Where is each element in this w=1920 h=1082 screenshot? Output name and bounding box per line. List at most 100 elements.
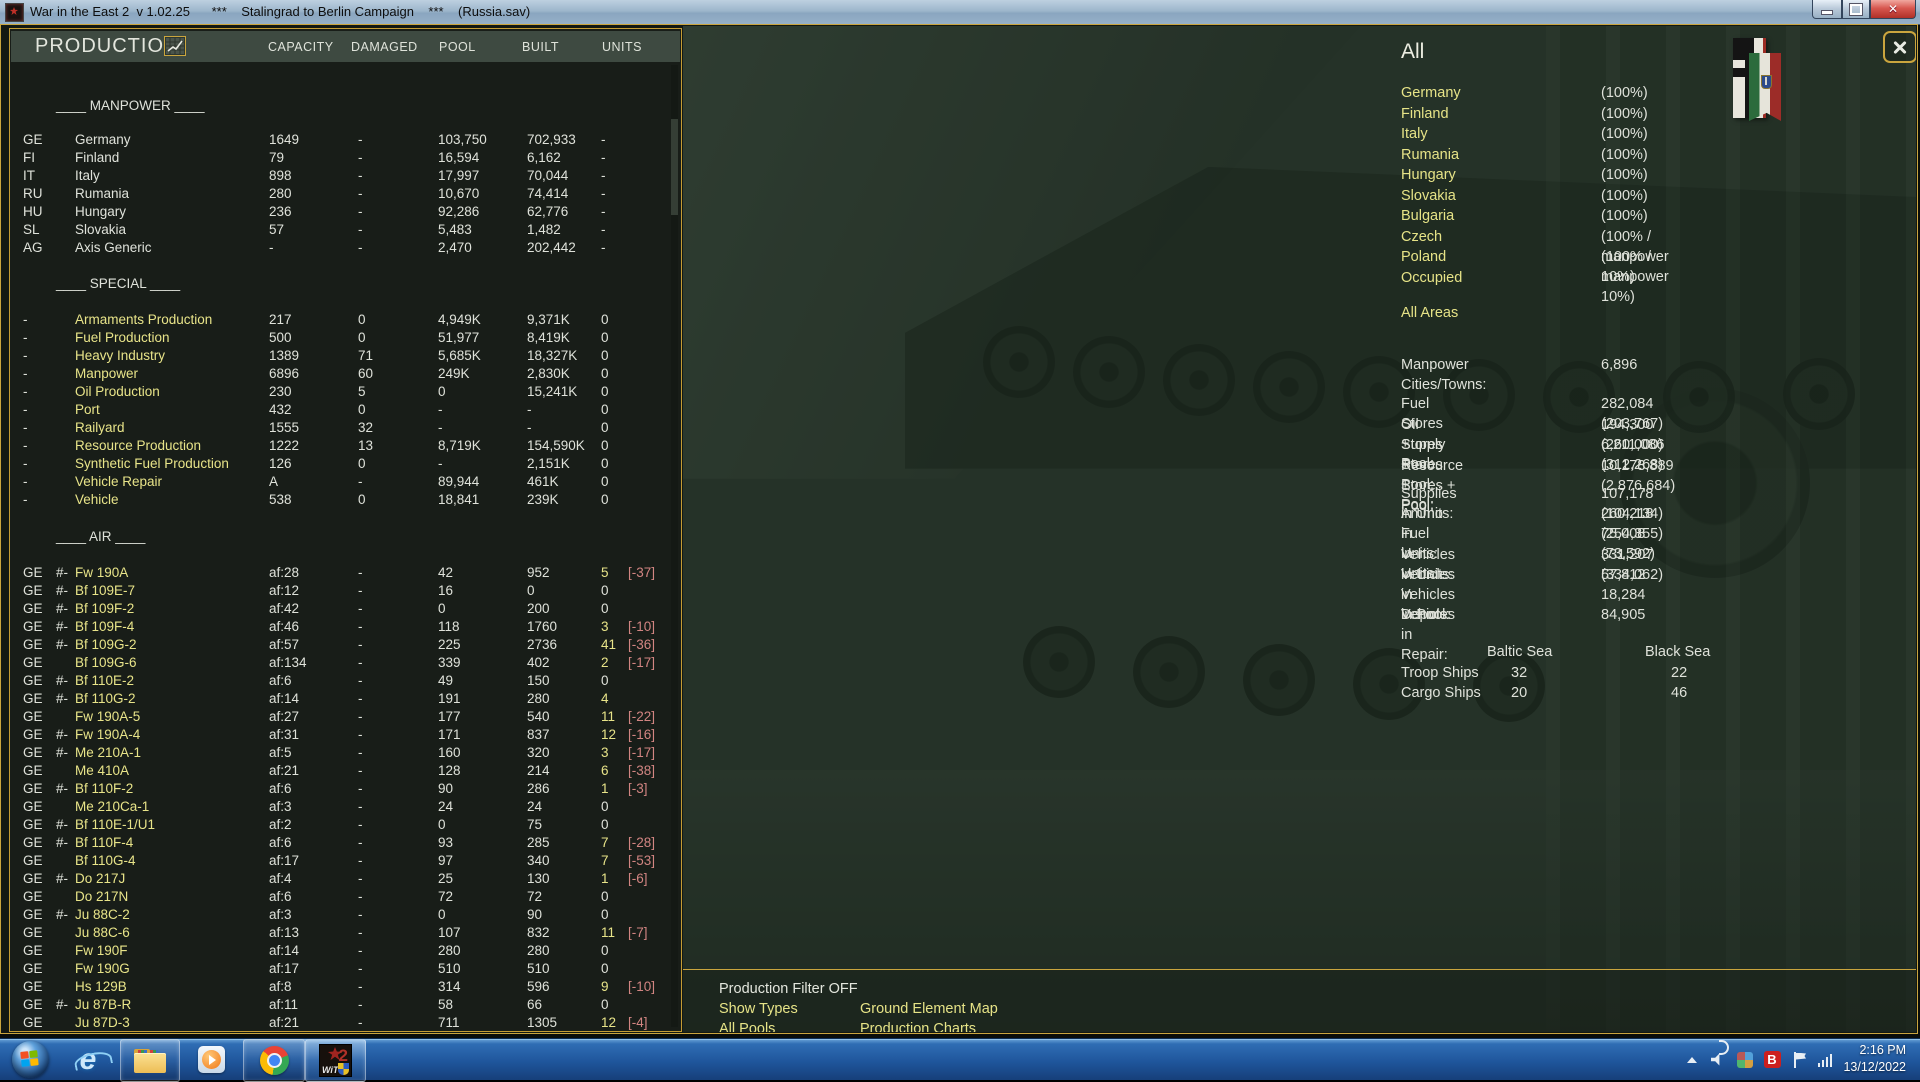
chart-icon[interactable] xyxy=(164,36,186,56)
cell-built: 510 xyxy=(527,960,550,978)
production-row[interactable]: -Fuel Production500051,9778,419K0 xyxy=(11,329,680,347)
all-pools-link[interactable]: All Pools xyxy=(719,1021,775,1032)
production-row[interactable]: GE#-Bf 110F-2af:6-902861[-3] xyxy=(11,780,680,798)
production-row[interactable]: GEFw 190Gaf:17-5105100 xyxy=(11,960,680,978)
cell-country-code: - xyxy=(23,365,28,383)
production-row[interactable]: GE#-Fw 190A-4af:31-17183712[-16] xyxy=(11,726,680,744)
country-name[interactable]: Occupied xyxy=(1401,268,1462,288)
production-row[interactable]: ITItaly898-17,99770,044- xyxy=(11,167,680,185)
production-row[interactable]: GEJu 88C-6af:13-10783211[-7] xyxy=(11,924,680,942)
close-panel-button[interactable] xyxy=(1883,31,1916,63)
production-row[interactable]: GEHs 129Baf:8-3145969[-10] xyxy=(11,978,680,996)
taskbar-item-internet-explorer[interactable]: e xyxy=(68,1039,108,1080)
production-row[interactable]: GE#-Bf 109G-2af:57-225273641[-36] xyxy=(11,636,680,654)
cell-country-code: - xyxy=(23,437,28,455)
all-areas-link[interactable]: All Areas xyxy=(1401,305,1458,321)
production-charts-link[interactable]: Production Charts xyxy=(860,1021,976,1032)
country-name[interactable]: Finland xyxy=(1401,104,1449,124)
cell-capacity: af:46 xyxy=(269,618,299,636)
cell-pool: 280 xyxy=(438,942,461,960)
close-window-button[interactable]: ✕ xyxy=(1870,0,1916,19)
taskbar-item-wite2-active[interactable]: 2WiT xyxy=(305,1039,366,1082)
production-row[interactable]: GEGermany1649-103,750702,933- xyxy=(11,131,680,149)
cell-name: Hs 129B xyxy=(75,978,127,996)
tray-program-icon[interactable] xyxy=(1734,1039,1756,1080)
production-row[interactable]: GEMe 210Ca-1af:3-24240 xyxy=(11,798,680,816)
cell-country-code: GE xyxy=(23,582,43,600)
country-name[interactable]: Bulgaria xyxy=(1401,206,1454,226)
country-name[interactable]: Italy xyxy=(1401,124,1428,144)
production-row[interactable]: GEFw 190Faf:14-2802800 xyxy=(11,942,680,960)
production-row[interactable]: GE#-Bf 109F-4af:46-11817603[-10] xyxy=(11,618,680,636)
production-row[interactable]: GEDo 217Naf:6-72720 xyxy=(11,888,680,906)
hidden-icons-arrow[interactable] xyxy=(1682,1039,1702,1080)
country-name[interactable]: Slovakia xyxy=(1401,186,1456,206)
cell-capacity: 6896 xyxy=(269,365,299,383)
production-row[interactable]: GEJu 87D-3af:21-711130512[-4] xyxy=(11,1014,680,1030)
production-row[interactable]: -Port4320--0 xyxy=(11,401,680,419)
taskbar-item-windows-explorer[interactable] xyxy=(120,1039,180,1082)
production-row[interactable]: GE#-Bf 109F-2af:42-02000 xyxy=(11,600,680,618)
production-row[interactable]: SLSlovakia57-5,4831,482- xyxy=(11,221,680,239)
antivirus-b-icon[interactable]: B xyxy=(1760,1039,1784,1080)
production-row[interactable]: HUHungary236-92,28662,776- xyxy=(11,203,680,221)
production-row[interactable]: -Vehicle538018,841239K0 xyxy=(11,491,680,509)
country-name[interactable]: Czech xyxy=(1401,227,1442,247)
ships-col-black: Black Sea xyxy=(1645,644,1710,660)
cell-country-code: - xyxy=(23,347,28,365)
production-row[interactable]: AGAxis Generic--2,470202,442- xyxy=(11,239,680,257)
restore-button[interactable] xyxy=(1842,0,1870,19)
production-row[interactable]: GE#-Ju 87B-Raf:11-58660 xyxy=(11,996,680,1014)
production-row[interactable]: -Railyard155532--0 xyxy=(11,419,680,437)
production-row[interactable]: -Synthetic Fuel Production1260-2,151K0 xyxy=(11,455,680,473)
cell-built: 18,327K xyxy=(527,347,577,365)
production-row[interactable]: GEBf 109G-6af:134-3394022[-17] xyxy=(11,654,680,672)
production-row[interactable]: GE#-Fw 190Aaf:28-429525[-37] xyxy=(11,564,680,582)
cell-units: 12 xyxy=(601,726,616,744)
production-row[interactable]: GE#-Bf 110F-4af:6-932857[-28] xyxy=(11,834,680,852)
country-name[interactable]: Poland xyxy=(1401,247,1446,267)
country-name[interactable]: Hungary xyxy=(1401,165,1456,185)
production-row[interactable]: RURumania280-10,67074,414- xyxy=(11,185,680,203)
production-row[interactable]: GE#-Bf 110E-1/U1af:2-0750 xyxy=(11,816,680,834)
production-row[interactable]: GE#-Bf 110G-2af:14-1912804 xyxy=(11,690,680,708)
production-row[interactable]: GE#-Bf 109E-7af:12-1600 xyxy=(11,582,680,600)
country-name[interactable]: Rumania xyxy=(1401,145,1459,165)
taskbar-item-chrome[interactable] xyxy=(243,1039,305,1082)
production-row[interactable]: -Vehicle RepairA-89,944461K0 xyxy=(11,473,680,491)
production-row[interactable]: -Manpower689660249K2,830K0 xyxy=(11,365,680,383)
production-row[interactable]: GE#-Do 217Jaf:4-251301[-6] xyxy=(11,870,680,888)
taskbar-item-media-player[interactable] xyxy=(192,1039,230,1080)
cell-capacity: af:3 xyxy=(269,798,292,816)
country-name[interactable]: Germany xyxy=(1401,83,1461,103)
speaker-icon[interactable] xyxy=(1706,1039,1730,1080)
production-row[interactable]: GEMe 410Aaf:21-1282146[-38] xyxy=(11,762,680,780)
taskbar-clock[interactable]: 2:16 PM 13/12/2022 xyxy=(1814,1042,1906,1076)
production-row[interactable]: GE#-Bf 110E-2af:6-491500 xyxy=(11,672,680,690)
cell-delta: [-36] xyxy=(628,636,655,654)
action-center-flag-icon[interactable] xyxy=(1788,1039,1810,1080)
production-row[interactable]: -Heavy Industry1389715,685K18,327K0 xyxy=(11,347,680,365)
start-button[interactable] xyxy=(4,1039,56,1080)
scrollbar[interactable] xyxy=(671,65,678,1027)
production-panel: PRODUCTION CAPACITY DAMAGED POOL BUILT U… xyxy=(9,28,682,1032)
cell-country-code: GE xyxy=(23,888,43,906)
production-row[interactable]: GE#-Me 210A-1af:5-1603203[-17] xyxy=(11,744,680,762)
cell-country-code: GE xyxy=(23,852,43,870)
scrollbar-thumb[interactable] xyxy=(671,119,678,215)
cell-pool: 92,286 xyxy=(438,203,479,221)
ground-element-map-link[interactable]: Ground Element Map xyxy=(860,1001,998,1017)
production-row[interactable]: FIFinland79-16,5946,162- xyxy=(11,149,680,167)
production-row[interactable]: -Resource Production1222138,719K154,590K… xyxy=(11,437,680,455)
production-row[interactable]: -Oil Production2305015,241K0 xyxy=(11,383,680,401)
production-filter-toggle[interactable]: Production Filter OFF xyxy=(719,981,858,997)
minimize-button[interactable] xyxy=(1812,0,1842,19)
production-row[interactable]: -Armaments Production21704,949K9,371K0 xyxy=(11,311,680,329)
cell-name: Bf 110G-4 xyxy=(75,852,136,870)
show-types-link[interactable]: Show Types xyxy=(719,1001,798,1017)
production-row[interactable]: GE#-Ju 88C-2af:3-0900 xyxy=(11,906,680,924)
production-row[interactable]: GEBf 110G-4af:17-973407[-53] xyxy=(11,852,680,870)
production-row[interactable]: GEFw 190A-5af:27-17754011[-22] xyxy=(11,708,680,726)
cell-country-code: GE xyxy=(23,834,43,852)
cell-country-code: - xyxy=(23,455,28,473)
